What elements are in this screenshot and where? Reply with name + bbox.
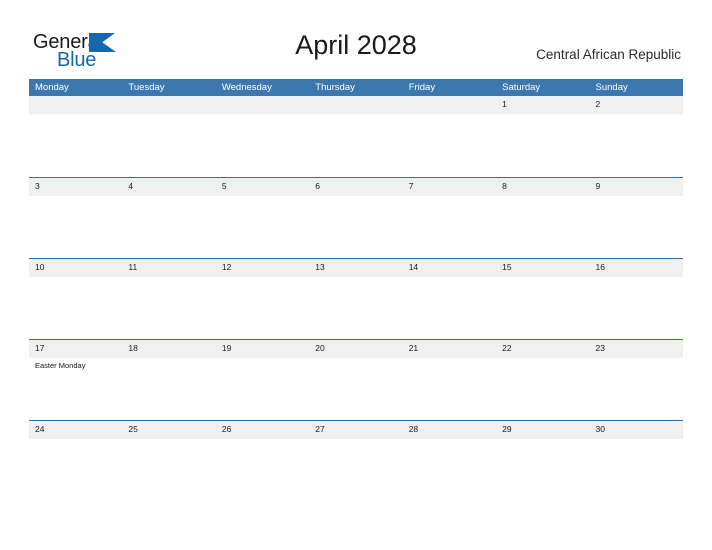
- calendar-day-cell[interactable]: 29: [496, 421, 589, 439]
- calendar-day-cell[interactable]: 7: [403, 178, 496, 196]
- day-number: 19: [221, 343, 232, 353]
- calendar-page: General Blue April 2028 Central African …: [0, 0, 712, 550]
- day-number: 21: [408, 343, 419, 353]
- calendar-week-row: 10 11 12 13 14 15 16: [29, 258, 683, 339]
- weekday-sunday: Sunday: [595, 82, 628, 93]
- calendar-week-row: 12: [29, 96, 683, 177]
- weekday-saturday: Saturday: [502, 82, 541, 93]
- calendar-day-cell[interactable]: 17 Easter Monday: [29, 340, 122, 370]
- page-header: General Blue April 2028 Central African …: [0, 0, 712, 78]
- calendar-day-cell[interactable]: 26: [216, 421, 309, 439]
- calendar-day-cell[interactable]: 22: [496, 340, 589, 358]
- calendar-day-cell[interactable]: 14: [403, 259, 496, 277]
- calendar-day-cell[interactable]: 20: [309, 340, 402, 358]
- calendar-day-cell[interactable]: [216, 96, 309, 114]
- calendar-day-cell[interactable]: 28: [403, 421, 496, 439]
- calendar-day-cell[interactable]: 25: [122, 421, 215, 439]
- day-number: 25: [128, 424, 138, 434]
- calendar-day-cell[interactable]: 19: [216, 340, 309, 358]
- weekday-monday: Monday: [35, 82, 69, 93]
- calendar-day-cell[interactable]: 24: [29, 421, 122, 439]
- day-number: 8: [502, 181, 507, 191]
- weekday-tuesday: Tuesday: [128, 82, 165, 93]
- day-events-list: Easter Monday: [29, 358, 122, 371]
- day-number: 12: [221, 262, 232, 272]
- weekday-wednesday: Wednesday: [221, 82, 272, 93]
- day-number: 4: [128, 181, 134, 191]
- week-date-band: 10 11 12 13 14 15 16: [29, 259, 683, 277]
- day-number: 17: [35, 343, 45, 353]
- day-number: 20: [315, 343, 325, 353]
- day-number: 1: [502, 99, 507, 109]
- calendar-day-cell[interactable]: 12: [216, 259, 309, 277]
- calendar-day-cell[interactable]: 1: [496, 96, 589, 114]
- week-date-band: 12: [29, 96, 683, 114]
- calendar-day-cell[interactable]: 30: [590, 421, 683, 439]
- day-number: 2: [595, 99, 601, 109]
- region-label: Central African Republic: [536, 47, 681, 62]
- weekday-friday: Friday: [408, 82, 436, 93]
- calendar-week-row: 17 Easter Monday 18 19 20 21 22 23: [29, 339, 683, 420]
- calendar-day-cell[interactable]: 5: [216, 178, 309, 196]
- calendar-day-cell[interactable]: 4: [122, 178, 215, 196]
- calendar-day-cell[interactable]: 27: [309, 421, 402, 439]
- day-number: 14: [408, 262, 419, 272]
- day-number: 16: [595, 262, 605, 272]
- calendar-day-cell[interactable]: 21: [403, 340, 496, 358]
- day-number: 27: [315, 424, 325, 434]
- weekday-thursday: Thursday: [315, 82, 355, 93]
- calendar-day-cell[interactable]: 11: [122, 259, 215, 277]
- calendar-day-cell[interactable]: 9: [590, 178, 683, 196]
- calendar-week-row: 24 25 26 27 28 29 30: [29, 420, 683, 501]
- day-number: 29: [502, 424, 512, 434]
- day-number: 13: [315, 262, 325, 272]
- calendar-day-cell[interactable]: [122, 96, 215, 114]
- day-number: 24: [35, 424, 45, 434]
- holiday-event-label: Easter Monday: [35, 361, 86, 370]
- day-number: 26: [221, 424, 232, 434]
- calendar-day-cell[interactable]: [309, 96, 402, 114]
- day-number: 3: [35, 181, 40, 191]
- day-number: 10: [35, 262, 45, 272]
- day-number: 22: [502, 343, 512, 353]
- day-number: 9: [595, 181, 601, 191]
- day-number: 23: [595, 343, 605, 353]
- day-number: 18: [128, 343, 138, 353]
- calendar-day-cell[interactable]: 15: [496, 259, 589, 277]
- day-number: 6: [315, 181, 320, 191]
- calendar-grid: Monday Tuesday Wednesday Thursday Friday…: [29, 79, 683, 501]
- day-number: 30: [595, 424, 605, 434]
- calendar-day-cell[interactable]: 6: [309, 178, 402, 196]
- calendar-week-row: 3 4 5 6 7 8 9: [29, 177, 683, 258]
- calendar-day-cell[interactable]: 13: [309, 259, 402, 277]
- day-number: 11: [128, 262, 138, 272]
- calendar-weeks: 1 2 3 4 5 6 7 8 9 10 11 12 13 14 15 16 17 Easter Monday 18…: [29, 96, 683, 501]
- calendar-day-cell[interactable]: 23: [590, 340, 683, 358]
- week-date-band: 24 25 26 27 28 29 30: [29, 421, 683, 439]
- day-number: 15: [502, 262, 512, 272]
- calendar-day-cell[interactable]: [403, 96, 496, 114]
- weekday-header-row: Monday Tuesday Wednesday Thursday Friday…: [29, 79, 683, 96]
- calendar-day-cell[interactable]: 2: [590, 96, 683, 114]
- calendar-day-cell[interactable]: 3: [29, 178, 122, 196]
- week-date-band: 3 4 5 6 7 8 9: [29, 178, 683, 196]
- week-date-band: 17 Easter Monday 18 19 20 21 22 23: [29, 340, 683, 370]
- calendar-day-cell[interactable]: 8: [496, 178, 589, 196]
- day-number: 7: [408, 181, 414, 191]
- calendar-day-cell[interactable]: 18: [122, 340, 215, 358]
- day-number: 28: [408, 424, 419, 434]
- calendar-day-cell[interactable]: [29, 96, 122, 114]
- calendar-day-cell[interactable]: 10: [29, 259, 122, 277]
- calendar-day-cell[interactable]: 16: [590, 259, 683, 277]
- day-number: 5: [221, 181, 227, 191]
